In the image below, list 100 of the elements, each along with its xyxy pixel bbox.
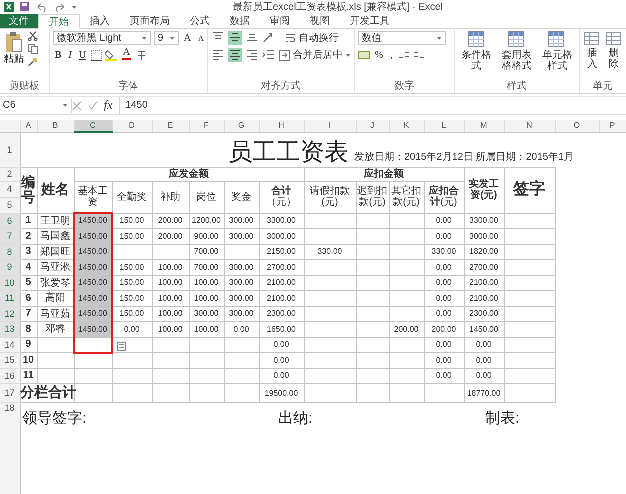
cells-button[interactable]: 插入 xyxy=(583,31,602,80)
row-number[interactable]: 1 xyxy=(0,132,20,167)
row-number[interactable]: 5 xyxy=(0,197,20,213)
indent-icon[interactable] xyxy=(262,50,274,60)
table-cell: 3300.00 xyxy=(464,213,504,228)
ribbon-tab[interactable]: 页面布局 xyxy=(120,14,180,28)
ribbon-tab[interactable]: 数据 xyxy=(220,14,260,28)
increase-decimal-icon[interactable] xyxy=(398,50,410,60)
row-number[interactable]: 13 xyxy=(0,322,20,337)
row-number[interactable]: 2 xyxy=(0,167,20,181)
ribbon-tab[interactable]: 开始 xyxy=(38,14,80,29)
column-heading: 岗位 xyxy=(189,181,224,213)
column-header[interactable]: N xyxy=(504,120,555,132)
row-number[interactable]: 4 xyxy=(0,181,20,197)
table-cell: 100.00 xyxy=(152,306,189,322)
table-cell: 7 xyxy=(20,306,37,322)
column-header[interactable]: D xyxy=(112,120,152,132)
caret-icon[interactable] xyxy=(142,36,147,40)
paste-button[interactable]: 粘贴 xyxy=(3,31,25,80)
wrap-icon xyxy=(285,32,296,44)
column-header[interactable]: E xyxy=(152,120,189,132)
ribbon-tab[interactable]: 审阅 xyxy=(260,14,300,28)
table-cell: 2150.00 xyxy=(259,244,304,260)
column-header[interactable]: H xyxy=(259,120,304,132)
style-button[interactable]: 单元格样式 xyxy=(538,31,576,80)
ribbon-tab[interactable]: 开发工具 xyxy=(340,14,400,28)
quick-analysis-icon[interactable] xyxy=(117,342,126,351)
caret-icon[interactable] xyxy=(170,36,175,40)
column-heading: 合计（元） xyxy=(259,181,304,213)
column-header[interactable]: F xyxy=(189,120,224,132)
ribbon-tab[interactable]: 插入 xyxy=(80,14,120,28)
column-header[interactable]: K xyxy=(389,120,424,132)
decrease-decimal-icon[interactable] xyxy=(412,50,425,60)
orientation-icon[interactable] xyxy=(262,32,274,44)
column-header[interactable]: B xyxy=(37,120,74,132)
ribbon-tab[interactable]: 文件 xyxy=(0,14,38,28)
table-cell: 150.00 xyxy=(112,260,152,275)
column-header[interactable]: L xyxy=(424,120,464,132)
bold-button[interactable]: B xyxy=(53,48,64,62)
excel-logo-icon[interactable] xyxy=(4,2,14,12)
italic-button[interactable]: I xyxy=(66,48,74,62)
style-button[interactable]: 套用表格格式 xyxy=(498,31,536,80)
caret-icon[interactable] xyxy=(437,36,442,40)
group-heading: 应扣金额 xyxy=(304,167,464,181)
column-header[interactable]: J xyxy=(356,120,389,132)
underline-button[interactable]: U xyxy=(77,48,88,62)
grow-font-button[interactable]: A xyxy=(182,31,194,45)
row-number[interactable]: 7 xyxy=(0,228,20,244)
comma-button[interactable]: , xyxy=(388,48,395,62)
row-number[interactable]: 11 xyxy=(0,290,20,306)
align-icon[interactable] xyxy=(211,48,225,62)
brush-icon[interactable] xyxy=(28,57,38,67)
caret-icon[interactable] xyxy=(72,6,77,8)
row-number[interactable]: 18 xyxy=(0,402,20,494)
borders-icon[interactable] xyxy=(91,50,102,60)
group-label: 数字 xyxy=(394,80,416,93)
name-box[interactable]: C6 xyxy=(0,98,72,113)
merge-center-button[interactable]: 合并后居中 xyxy=(279,48,351,62)
cells-button[interactable]: 删除 xyxy=(604,31,623,80)
font-color-button[interactable]: A xyxy=(120,48,134,62)
row-number[interactable]: 9 xyxy=(0,260,20,275)
group-label: 样式 xyxy=(506,80,528,93)
column-header[interactable]: I xyxy=(304,120,356,132)
row-number[interactable]: 10 xyxy=(0,275,20,290)
column-header[interactable]: O xyxy=(555,120,599,132)
row-number[interactable]: 16 xyxy=(0,368,20,384)
column-header[interactable]: M xyxy=(464,120,504,132)
row-number[interactable]: 17 xyxy=(0,384,20,402)
percent-button[interactable]: % xyxy=(373,48,386,62)
font-size-field[interactable]: 9 xyxy=(154,31,179,45)
font-name-field[interactable]: 微软雅黑 Light xyxy=(53,31,151,45)
table-cell: 2700.00 xyxy=(259,260,304,275)
number-format-field[interactable]: 数值 xyxy=(358,31,446,45)
scissors-icon[interactable] xyxy=(28,31,38,41)
row-number[interactable]: 15 xyxy=(0,352,20,368)
caret-icon[interactable] xyxy=(346,54,351,56)
column-header[interactable]: C xyxy=(74,120,112,132)
style-button[interactable]: 条件格式 xyxy=(458,31,496,80)
align-icon[interactable] xyxy=(245,48,259,62)
row-number[interactable]: 6 xyxy=(0,213,20,228)
ribbon-tab[interactable]: 视图 xyxy=(300,14,340,28)
shrink-font-button[interactable]: A xyxy=(196,31,206,45)
fill-color-icon[interactable] xyxy=(105,49,118,61)
align-icon[interactable] xyxy=(228,31,242,45)
insert-function-button[interactable]: fx xyxy=(98,98,119,113)
copy-icon[interactable] xyxy=(28,44,38,54)
column-header[interactable]: G xyxy=(224,120,259,132)
redo-icon[interactable] xyxy=(54,2,66,12)
row-number[interactable]: 12 xyxy=(0,306,20,322)
row-number[interactable]: 14 xyxy=(0,337,20,352)
wrap-text-button[interactable]: 自动换行 xyxy=(285,31,339,45)
align-icon[interactable] xyxy=(228,48,242,62)
table-cell: 王卫明 xyxy=(37,213,74,228)
save-icon[interactable] xyxy=(20,2,30,12)
row-number[interactable]: 8 xyxy=(0,244,20,260)
column-header[interactable]: P xyxy=(599,120,626,132)
caret-icon[interactable] xyxy=(63,104,68,107)
undo-icon[interactable] xyxy=(36,2,48,12)
ribbon-tab[interactable]: 公式 xyxy=(180,14,220,28)
column-header[interactable]: A xyxy=(20,120,37,132)
